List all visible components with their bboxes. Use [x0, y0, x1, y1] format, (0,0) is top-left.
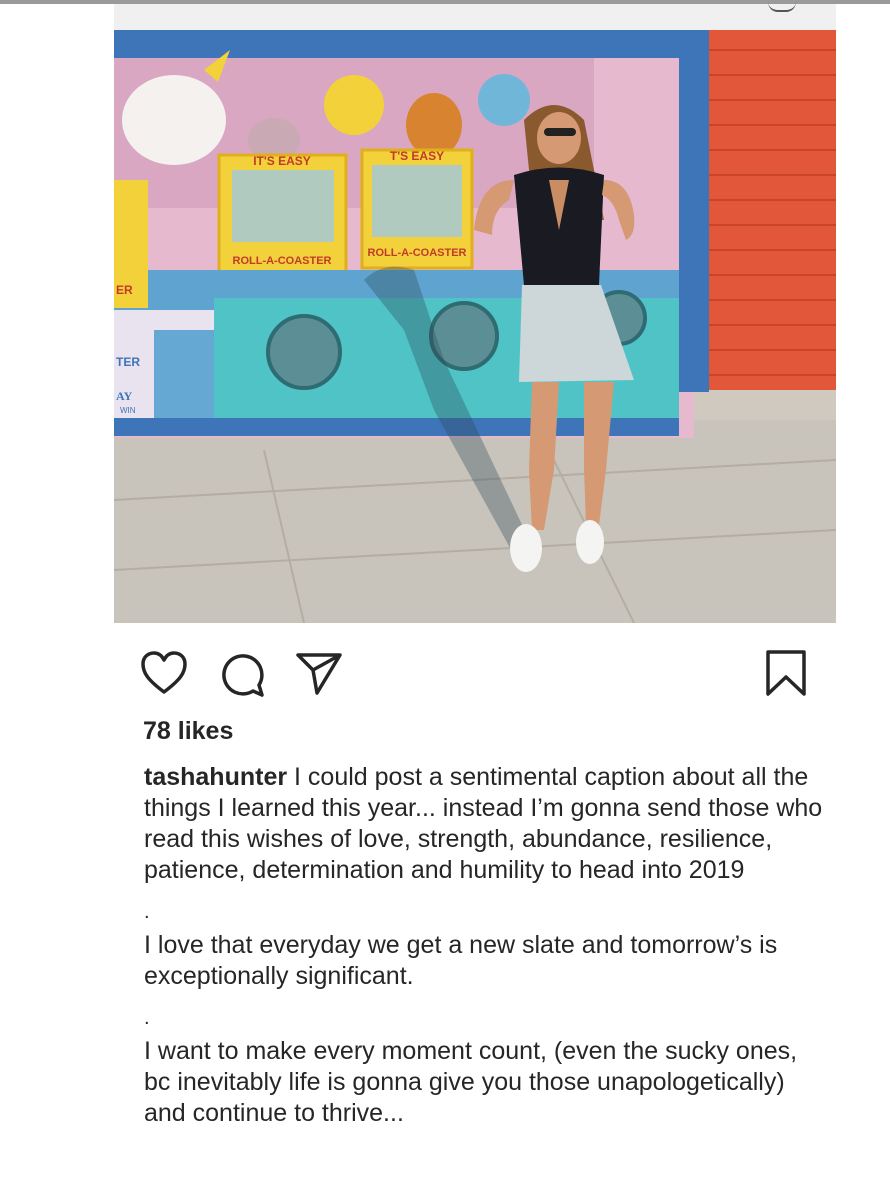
- likes-count[interactable]: 78 likes: [143, 717, 233, 746]
- porthole-left: [266, 314, 342, 390]
- username-link[interactable]: tashahunter: [144, 763, 287, 791]
- sign-right: T'S EASY: [390, 149, 444, 163]
- post-photo[interactable]: IT'S EASY T'S EASY ROLL-A-COASTER ROLL-A…: [114, 30, 836, 623]
- caption-separator-1: .: [144, 901, 150, 923]
- plush-toy: [324, 75, 384, 135]
- heart-icon[interactable]: [140, 651, 188, 695]
- comment-icon[interactable]: [218, 651, 266, 697]
- edge-text-1: ER: [116, 283, 133, 297]
- edge-text-4: WIN: [120, 406, 136, 415]
- edge-text-2: TER: [116, 355, 140, 369]
- bookmark-icon[interactable]: [765, 649, 807, 697]
- partial-icon: [768, 2, 796, 12]
- caption-paragraph-3: I want to make every moment count, (even…: [144, 1037, 798, 1127]
- booth-top-beam: [114, 30, 694, 58]
- unicorn-plush: [122, 75, 226, 165]
- game-label-right: ROLL-A-COASTER: [368, 247, 467, 259]
- edge-text-3: AY: [116, 389, 133, 403]
- sign-left: IT'S EASY: [253, 154, 311, 168]
- caption-paragraph-2: I love that everyday we get a new slate …: [144, 931, 778, 990]
- caption-paragraph-1: tashahunter I could post a sentimental c…: [144, 762, 824, 886]
- photo-illustration: IT'S EASY T'S EASY ROLL-A-COASTER ROLL-A…: [114, 30, 836, 623]
- game-label-left: ROLL-A-COASTER: [233, 255, 332, 267]
- blue-pillar: [679, 30, 709, 392]
- red-shutter: [709, 30, 836, 390]
- post-caption: tashahunter I could post a sentimental c…: [144, 762, 824, 1129]
- caption-separator-2: .: [144, 1007, 150, 1029]
- top-strip: [114, 4, 836, 30]
- paper-plane-icon[interactable]: [295, 651, 343, 695]
- action-bar: [0, 645, 890, 697]
